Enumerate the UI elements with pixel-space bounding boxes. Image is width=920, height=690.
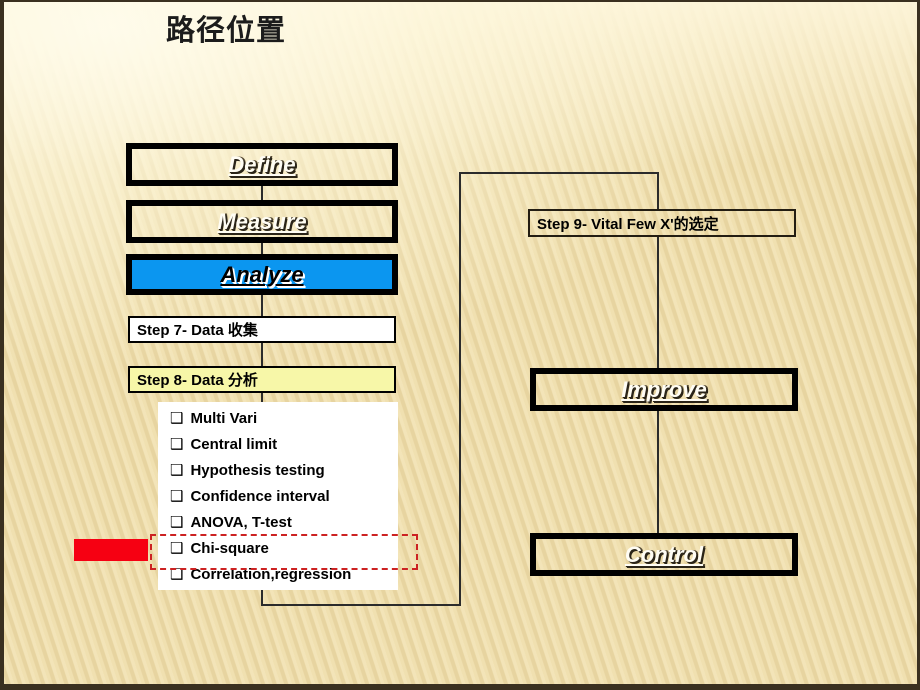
checkbox-icon[interactable]: ❑ (170, 437, 183, 452)
phase-label-measure: Measure (217, 208, 307, 234)
list-item[interactable]: ❑ Confidence interval (170, 488, 398, 514)
connector-bottom-horizontal (261, 604, 461, 606)
highlight-dashed-box (150, 534, 418, 570)
phase-box-improve[interactable]: Improve (530, 368, 798, 411)
connector-improve-to-control (657, 411, 659, 533)
phase-box-measure[interactable]: Measure (126, 200, 398, 243)
step-box-step7[interactable]: Step 7- Data 收集 (128, 316, 396, 343)
checkbox-icon[interactable]: ❑ (170, 411, 183, 426)
step-label-step7: Step 7- Data 收集 (137, 322, 258, 339)
connector-analyze-to-step7 (261, 294, 263, 316)
red-pointer-marker (74, 539, 148, 561)
list-item[interactable]: ❑ Multi Vari (170, 410, 398, 436)
step-label-step8: Step 8- Data 分析 (137, 372, 258, 389)
checkbox-icon[interactable]: ❑ (170, 489, 183, 504)
phase-label-improve: Improve (621, 376, 707, 402)
step-box-step9[interactable]: Step 9- Vital Few X'的选定 (528, 209, 796, 237)
slide-border-bottom (0, 684, 920, 690)
list-item-label: Central limit (190, 436, 278, 453)
list-item-label: Confidence interval (190, 488, 330, 505)
list-item[interactable]: ❑ Central limit (170, 436, 398, 462)
step-box-step8[interactable]: Step 8- Data 分析 (128, 366, 396, 393)
connector-left-riser (459, 173, 461, 606)
list-item-label: Multi Vari (190, 410, 258, 427)
phase-label-analyze: Analyze (220, 261, 304, 287)
list-item-label: ANOVA, T-test (190, 514, 292, 531)
connector-define-to-measure (261, 185, 263, 201)
slide-border-top (0, 0, 920, 2)
checkbox-icon[interactable]: ❑ (170, 515, 183, 530)
connector-step9-to-improve (657, 236, 659, 368)
step-label-step9: Step 9- Vital Few X'的选定 (537, 215, 719, 233)
list-item[interactable]: ❑ Hypothesis testing (170, 462, 398, 488)
connector-down-to-step9 (657, 172, 659, 210)
phase-box-define[interactable]: Define (126, 143, 398, 186)
slide-canvas: 路径位置 Define Measure Analyze Step 7- Data… (0, 0, 920, 690)
phase-label-define: Define (228, 151, 296, 177)
phase-box-control[interactable]: Control (530, 533, 798, 576)
checkbox-icon[interactable]: ❑ (170, 463, 183, 478)
page-title: 路径位置 (166, 13, 287, 47)
slide-border-left (0, 0, 4, 690)
phase-box-analyze[interactable]: Analyze (126, 254, 398, 295)
list-item-label: Hypothesis testing (190, 462, 325, 479)
connector-step7-to-step8 (261, 342, 263, 366)
phase-label-control: Control (624, 541, 704, 567)
connector-top-horizontal (459, 172, 659, 174)
